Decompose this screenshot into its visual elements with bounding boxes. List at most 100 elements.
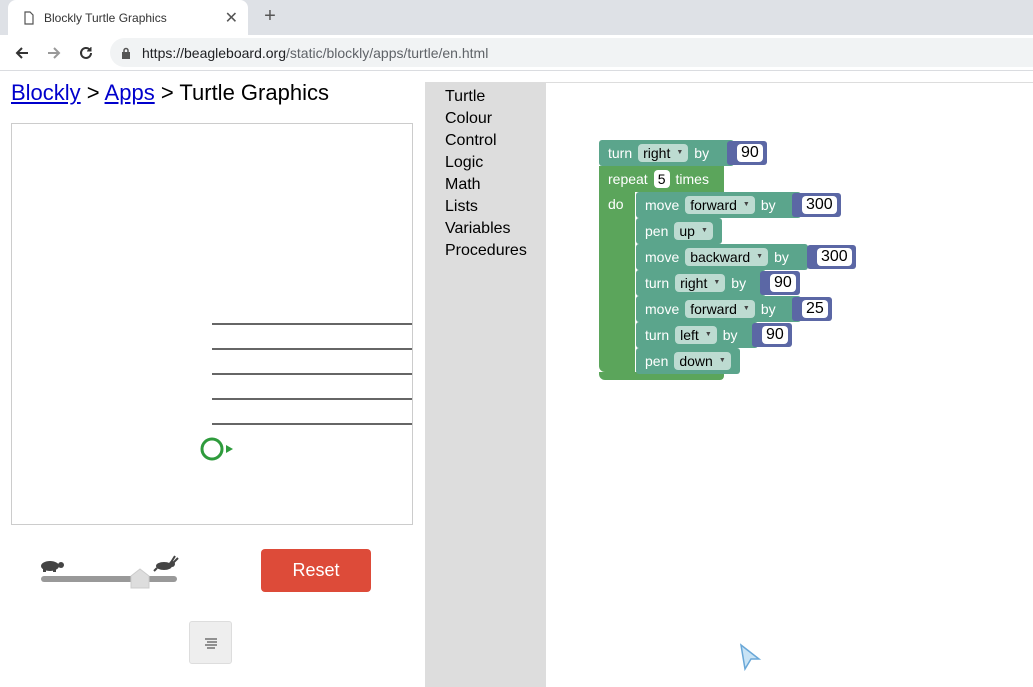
show-code-button[interactable]: [189, 621, 232, 664]
dropdown-value: down: [679, 353, 713, 369]
category-control[interactable]: Control: [425, 130, 546, 152]
repeat-count-field[interactable]: 5: [653, 170, 670, 188]
direction-dropdown[interactable]: right ▼: [638, 144, 689, 162]
reload-icon[interactable]: [72, 39, 100, 67]
breadcrumb-separator: >: [154, 80, 180, 105]
breadcrumb: Blockly > Apps > Turtle Graphics: [11, 80, 329, 106]
browser-tab[interactable]: Blockly Turtle Graphics ✕: [8, 0, 248, 35]
breadcrumb-blockly-link[interactable]: Blockly: [11, 80, 81, 105]
slider-knob[interactable]: [130, 568, 150, 589]
dropdown-arrow-icon: ▼: [676, 149, 684, 156]
breadcrumb-apps-link[interactable]: Apps: [105, 80, 155, 105]
block-keyword: by: [694, 145, 710, 161]
block-keyword: move: [645, 197, 680, 213]
number-block[interactable]: 300: [807, 245, 856, 269]
drawing: [200, 323, 412, 461]
dropdown-value: left: [680, 327, 699, 343]
block-keyword: move: [645, 301, 680, 317]
close-icon[interactable]: ✕: [225, 8, 238, 28]
block-keyword: by: [722, 327, 738, 343]
dropdown-arrow-icon: ▼: [704, 331, 712, 338]
number-block[interactable]: 300: [792, 193, 841, 217]
move-block[interactable]: move forward ▼ by: [636, 296, 801, 322]
pen-dropdown[interactable]: up ▼: [674, 222, 713, 240]
block-keyword: by: [760, 197, 776, 213]
block-keyword: repeat: [608, 171, 648, 187]
number-block[interactable]: 90: [752, 323, 792, 347]
category-math[interactable]: Math: [425, 174, 546, 196]
direction-dropdown[interactable]: forward ▼: [685, 196, 755, 214]
url-path: /static/blockly/apps/turtle/en.html: [286, 44, 489, 61]
block-keyword: turn: [645, 327, 670, 343]
turn-block[interactable]: turn left ▼ by: [636, 322, 758, 348]
direction-dropdown[interactable]: right ▼: [675, 274, 726, 292]
reset-button[interactable]: Reset: [261, 549, 371, 592]
block-keyword: by: [760, 301, 776, 317]
breadcrumb-separator: >: [80, 80, 105, 105]
block-keyword: turn: [645, 275, 670, 291]
direction-dropdown[interactable]: backward ▼: [685, 248, 769, 266]
dropdown-value: right: [680, 275, 708, 291]
category-colour[interactable]: Colour: [425, 108, 546, 130]
dropdown-value: up: [679, 223, 695, 239]
number-block[interactable]: 90: [727, 141, 767, 165]
category-procedures[interactable]: Procedures: [425, 240, 546, 262]
block-keyword: by: [731, 275, 747, 291]
dropdown-arrow-icon: ▼: [742, 305, 750, 312]
block-keyword: pen: [645, 353, 669, 369]
dropdown-value: forward: [690, 301, 737, 317]
page-title: Turtle Graphics: [179, 80, 329, 105]
direction-dropdown[interactable]: left ▼: [675, 326, 717, 344]
dropdown-arrow-icon: ▼: [718, 357, 726, 364]
dropdown-arrow-icon: ▼: [713, 279, 721, 286]
blockly-toolbox: Turtle Colour Control Logic Math Lists V…: [425, 82, 546, 687]
pen-block[interactable]: pen down ▼: [636, 348, 740, 374]
tab-bar: Blockly Turtle Graphics ✕ +: [0, 0, 1033, 35]
url-text: https://beagleboard.org/static/blockly/a…: [142, 45, 488, 61]
dropdown-arrow-icon: ▼: [742, 201, 750, 208]
category-turtle[interactable]: Turtle: [425, 86, 546, 108]
back-icon[interactable]: [8, 39, 36, 67]
rabbit-speed-icon: [153, 555, 179, 572]
block-keyword: times: [675, 171, 709, 187]
number-field[interactable]: 90: [762, 326, 788, 344]
number-field[interactable]: 300: [802, 196, 837, 214]
move-block[interactable]: move forward ▼ by: [636, 192, 801, 218]
slider-track[interactable]: [41, 576, 177, 582]
number-field[interactable]: 90: [737, 144, 763, 162]
number-field[interactable]: 90: [770, 274, 796, 292]
direction-dropdown[interactable]: forward ▼: [685, 300, 755, 318]
pen-block[interactable]: pen up ▼: [636, 218, 722, 244]
do-label: do: [608, 196, 624, 212]
category-logic[interactable]: Logic: [425, 152, 546, 174]
turtle-icon: [200, 437, 233, 461]
repeat-block[interactable]: repeat 5 times: [599, 166, 724, 192]
category-variables[interactable]: Variables: [425, 218, 546, 240]
block-keyword: pen: [645, 223, 669, 239]
new-tab-icon[interactable]: +: [258, 5, 282, 29]
turtle-speed-icon: [41, 561, 64, 572]
address-bar[interactable]: https://beagleboard.org/static/blockly/a…: [110, 38, 1033, 67]
page-icon: [24, 10, 34, 25]
dropdown-arrow-icon: ▼: [700, 227, 708, 234]
turn-block[interactable]: turn right ▼ by: [599, 140, 734, 166]
number-field[interactable]: 25: [802, 300, 828, 318]
text-lines-icon: [204, 638, 217, 648]
category-lists[interactable]: Lists: [425, 196, 546, 218]
move-block[interactable]: move backward ▼ by: [636, 244, 808, 270]
dropdown-arrow-icon: ▼: [756, 253, 764, 260]
mouse-cursor-icon: [739, 643, 762, 672]
tab-title: Blockly Turtle Graphics: [44, 10, 167, 25]
speed-slider[interactable]: [36, 552, 186, 592]
turtle-canvas: [11, 123, 413, 525]
block-keyword: move: [645, 249, 680, 265]
forward-icon[interactable]: [40, 39, 68, 67]
number-field[interactable]: 300: [817, 248, 852, 266]
number-block[interactable]: 90: [760, 271, 800, 295]
pen-dropdown[interactable]: down ▼: [674, 352, 731, 370]
url-host: https://beagleboard.org: [142, 44, 286, 61]
dropdown-value: backward: [690, 249, 751, 265]
turn-block[interactable]: turn right ▼ by: [636, 270, 766, 296]
repeat-block-spine: [599, 192, 635, 372]
number-block[interactable]: 25: [792, 297, 832, 321]
